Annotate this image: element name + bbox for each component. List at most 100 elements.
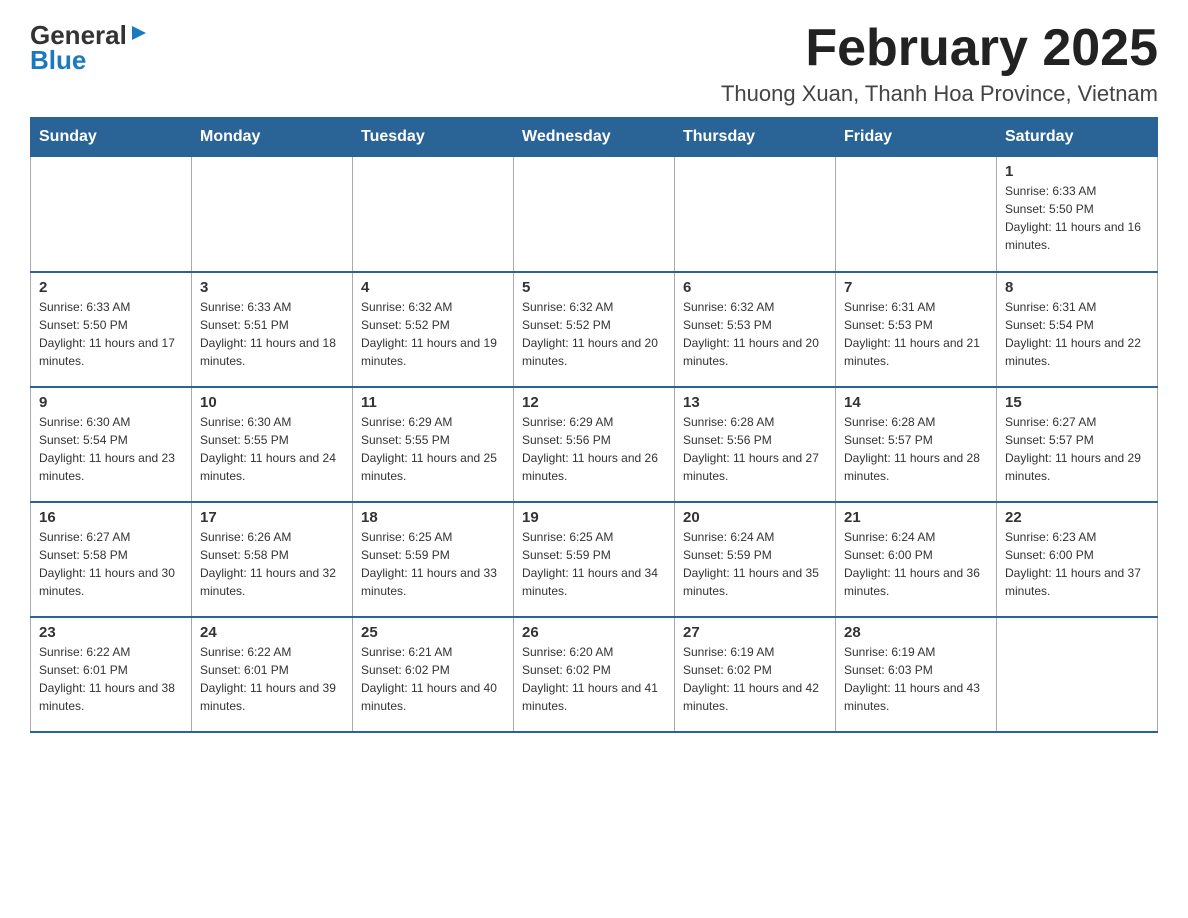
day-info-text: Daylight: 11 hours and 25 minutes.	[361, 449, 505, 485]
day-number: 6	[683, 279, 827, 296]
day-header-saturday: Saturday	[997, 118, 1158, 157]
calendar-cell: 20Sunrise: 6:24 AMSunset: 5:59 PMDayligh…	[675, 502, 836, 617]
day-info-text: Sunset: 6:02 PM	[361, 661, 505, 679]
calendar-header-row: SundayMondayTuesdayWednesdayThursdayFrid…	[31, 118, 1158, 157]
day-info-text: Daylight: 11 hours and 35 minutes.	[683, 564, 827, 600]
day-info-text: Sunrise: 6:19 AM	[683, 643, 827, 661]
day-info-text: Daylight: 11 hours and 22 minutes.	[1005, 334, 1149, 370]
day-info-text: Sunset: 5:50 PM	[39, 316, 183, 334]
calendar-cell: 13 Sunrise: 6:28 AMSunset: 5:56 PMDayligh…	[675, 387, 836, 502]
logo-text-blue: Blue	[30, 45, 86, 76]
calendar-cell: 5Sunrise: 6:32 AMSunset: 5:52 PMDaylight…	[514, 272, 675, 387]
day-info-text: Sunset: 5:54 PM	[39, 431, 183, 449]
day-info-text: Sunset: 5:58 PM	[200, 546, 344, 564]
header: General Blue February 2025 Thuong Xuan, …	[30, 20, 1158, 107]
calendar-cell: 14Sunrise: 6:28 AMSunset: 5:57 PMDayligh…	[836, 387, 997, 502]
day-info-text: Daylight: 11 hours and 41 minutes.	[522, 679, 666, 715]
day-info-text: Daylight: 11 hours and 18 minutes.	[200, 334, 344, 370]
title-area: February 2025 Thuong Xuan, Thanh Hoa Pro…	[721, 20, 1158, 107]
day-number: 28	[844, 624, 988, 641]
day-info-text: Sunset: 5:57 PM	[1005, 431, 1149, 449]
day-info-text: Daylight: 11 hours and 30 minutes.	[39, 564, 183, 600]
day-info-text: Sunset: 5:55 PM	[200, 431, 344, 449]
day-info-text: Sunrise: 6:30 AM	[39, 413, 183, 431]
calendar-week-row: 9Sunrise: 6:30 AMSunset: 5:54 PMDaylight…	[31, 387, 1158, 502]
day-info-text: Sunrise: 6:24 AM	[683, 528, 827, 546]
day-info-text: Sunrise: 6:32 AM	[361, 298, 505, 316]
day-info-text: Sunrise: 6:29 AM	[522, 413, 666, 431]
day-number: 26	[522, 624, 666, 641]
day-info-text: Sunrise: 6:31 AM	[844, 298, 988, 316]
day-number: 8	[1005, 279, 1149, 296]
day-info-text: Sunset: 6:02 PM	[683, 661, 827, 679]
day-info-text: Daylight: 11 hours and 24 minutes.	[200, 449, 344, 485]
day-number: 7	[844, 279, 988, 296]
day-number: 9	[39, 394, 183, 411]
day-info-text: Sunset: 5:56 PM	[522, 431, 666, 449]
calendar-cell: 25Sunrise: 6:21 AMSunset: 6:02 PMDayligh…	[353, 617, 514, 732]
day-info-text: Daylight: 11 hours and 37 minutes.	[1005, 564, 1149, 600]
calendar-cell: 15 Sunrise: 6:27 AMSunset: 5:57 PMDayligh…	[997, 387, 1158, 502]
day-number: 13	[683, 394, 827, 411]
day-info-text: Daylight: 11 hours and 42 minutes.	[683, 679, 827, 715]
calendar-cell	[514, 157, 675, 272]
calendar-cell: 22Sunrise: 6:23 AMSunset: 6:00 PMDayligh…	[997, 502, 1158, 617]
day-info-text: Sunrise: 6:25 AM	[522, 528, 666, 546]
day-info-text: Daylight: 11 hours and 20 minutes.	[683, 334, 827, 370]
calendar-week-row: 2Sunrise: 6:33 AMSunset: 5:50 PMDaylight…	[31, 272, 1158, 387]
day-info-text: Sunset: 5:53 PM	[683, 316, 827, 334]
day-info-text: Sunset: 5:56 PM	[683, 431, 827, 449]
day-number: 19	[522, 509, 666, 526]
calendar-cell: 6 Sunrise: 6:32 AMSunset: 5:53 PMDaylight…	[675, 272, 836, 387]
calendar-cell: 23Sunrise: 6:22 AMSunset: 6:01 PMDayligh…	[31, 617, 192, 732]
day-header-monday: Monday	[192, 118, 353, 157]
day-info-text: Sunrise: 6:26 AM	[200, 528, 344, 546]
day-info-text: Sunset: 5:50 PM	[1005, 200, 1149, 218]
day-number: 18	[361, 509, 505, 526]
day-info-text: Sunrise: 6:28 AM	[683, 413, 827, 431]
day-info-text: Sunset: 5:58 PM	[39, 546, 183, 564]
logo-arrow-icon	[130, 24, 148, 42]
day-info-text: Sunrise: 6:22 AM	[39, 643, 183, 661]
day-number: 4	[361, 279, 505, 296]
day-info-text: Sunrise: 6:24 AM	[844, 528, 988, 546]
calendar-cell	[192, 157, 353, 272]
calendar-cell: 21Sunrise: 6:24 AMSunset: 6:00 PMDayligh…	[836, 502, 997, 617]
calendar-cell: 1Sunrise: 6:33 AMSunset: 5:50 PMDaylight…	[997, 157, 1158, 272]
day-info-text: Sunrise: 6:32 AM	[522, 298, 666, 316]
day-info-text: Daylight: 11 hours and 43 minutes.	[844, 679, 988, 715]
day-info-text: Sunrise: 6:32 AM	[683, 298, 827, 316]
day-header-friday: Friday	[836, 118, 997, 157]
day-number: 15	[1005, 394, 1149, 411]
calendar-cell: 26Sunrise: 6:20 AMSunset: 6:02 PMDayligh…	[514, 617, 675, 732]
logo: General Blue	[30, 20, 148, 76]
calendar-week-row: 16Sunrise: 6:27 AMSunset: 5:58 PMDayligh…	[31, 502, 1158, 617]
day-info-text: Daylight: 11 hours and 40 minutes.	[361, 679, 505, 715]
day-number: 16	[39, 509, 183, 526]
day-info-text: Sunrise: 6:33 AM	[39, 298, 183, 316]
day-info-text: Daylight: 11 hours and 16 minutes.	[1005, 218, 1149, 254]
day-info-text: Sunrise: 6:21 AM	[361, 643, 505, 661]
calendar-cell: 24Sunrise: 6:22 AMSunset: 6:01 PMDayligh…	[192, 617, 353, 732]
calendar-week-row: 23Sunrise: 6:22 AMSunset: 6:01 PMDayligh…	[31, 617, 1158, 732]
day-number: 12	[522, 394, 666, 411]
day-info-text: Sunrise: 6:27 AM	[1005, 413, 1149, 431]
calendar-cell	[353, 157, 514, 272]
day-info-text: Daylight: 11 hours and 36 minutes.	[844, 564, 988, 600]
day-info-text: Sunrise: 6:31 AM	[1005, 298, 1149, 316]
day-info-text: Daylight: 11 hours and 28 minutes.	[844, 449, 988, 485]
day-info-text: Sunset: 6:01 PM	[200, 661, 344, 679]
calendar-cell: 18Sunrise: 6:25 AMSunset: 5:59 PMDayligh…	[353, 502, 514, 617]
day-info-text: Sunrise: 6:30 AM	[200, 413, 344, 431]
day-info-text: Sunrise: 6:23 AM	[1005, 528, 1149, 546]
day-info-text: Daylight: 11 hours and 29 minutes.	[1005, 449, 1149, 485]
day-info-text: Sunrise: 6:27 AM	[39, 528, 183, 546]
day-info-text: Daylight: 11 hours and 27 minutes.	[683, 449, 827, 485]
calendar-cell: 8Sunrise: 6:31 AMSunset: 5:54 PMDaylight…	[997, 272, 1158, 387]
day-info-text: Daylight: 11 hours and 20 minutes.	[522, 334, 666, 370]
day-info-text: Sunset: 5:53 PM	[844, 316, 988, 334]
day-info-text: Daylight: 11 hours and 34 minutes.	[522, 564, 666, 600]
day-info-text: Sunset: 6:00 PM	[844, 546, 988, 564]
day-info-text: Sunrise: 6:29 AM	[361, 413, 505, 431]
calendar-week-row: 1Sunrise: 6:33 AMSunset: 5:50 PMDaylight…	[31, 157, 1158, 272]
